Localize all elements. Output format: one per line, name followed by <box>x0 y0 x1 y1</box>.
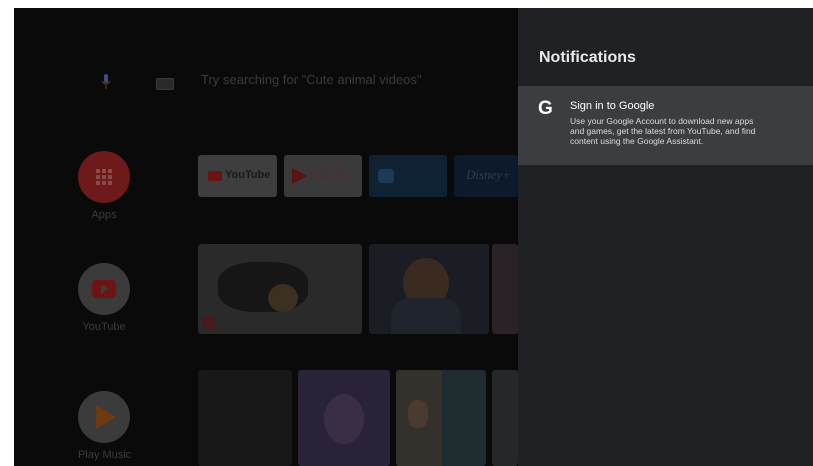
music-tile-2[interactable] <box>298 370 390 466</box>
google-g-icon: G <box>538 98 553 119</box>
notification-title: Sign in to Google <box>570 100 655 112</box>
video-thumbnail-person[interactable] <box>369 244 489 334</box>
app-tile-label: Disney+ <box>466 167 511 182</box>
rail-item-play-music[interactable]: Play Music <box>78 391 132 461</box>
apps-grid-icon <box>78 151 130 203</box>
notification-body: Use your Google Account to download new … <box>570 116 756 146</box>
rail-label-apps: Apps <box>91 209 117 221</box>
notification-sign-in-google[interactable]: G Sign in to Google Use your Google Acco… <box>518 86 813 165</box>
notifications-title: Notifications <box>539 49 636 66</box>
rail-label-youtube: YouTube <box>82 321 126 333</box>
play-movies-icon <box>292 168 308 184</box>
music-tile-partial[interactable] <box>492 370 518 466</box>
home-screen-dimmed: Try searching for "Cute animal videos" A… <box>14 8 518 466</box>
search-hint[interactable]: Try searching for "Cute animal videos" <box>201 72 421 87</box>
rail-item-apps[interactable]: Apps <box>78 151 130 221</box>
youtube-icon <box>78 263 130 315</box>
video-thumbnail-animals[interactable] <box>198 244 362 334</box>
music-tile-3[interactable] <box>396 370 486 466</box>
app-tile-youtube[interactable]: YouTube <box>198 155 277 197</box>
tv-screen: Try searching for "Cute animal videos" A… <box>14 8 813 466</box>
microphone-icon[interactable] <box>101 74 111 90</box>
media-app-icon <box>378 169 394 183</box>
app-tile-label: YouTube <box>225 169 271 181</box>
play-music-icon <box>78 391 130 443</box>
app-tile-disney-plus[interactable]: Disney+ <box>454 155 518 197</box>
app-tile-media[interactable] <box>369 155 447 197</box>
app-tile-label: Google Play Movies & TV <box>314 168 348 181</box>
keyboard-icon[interactable] <box>156 78 174 90</box>
video-thumbnail-partial[interactable] <box>492 244 518 334</box>
rail-item-youtube[interactable]: YouTube <box>78 263 130 333</box>
music-tile-1[interactable] <box>198 370 292 466</box>
rail-label-play-music: Play Music <box>78 449 132 461</box>
app-tile-google-play-movies[interactable]: Google Play Movies & TV <box>284 155 362 197</box>
notifications-panel: Notifications G Sign in to Google Use yo… <box>518 8 813 466</box>
